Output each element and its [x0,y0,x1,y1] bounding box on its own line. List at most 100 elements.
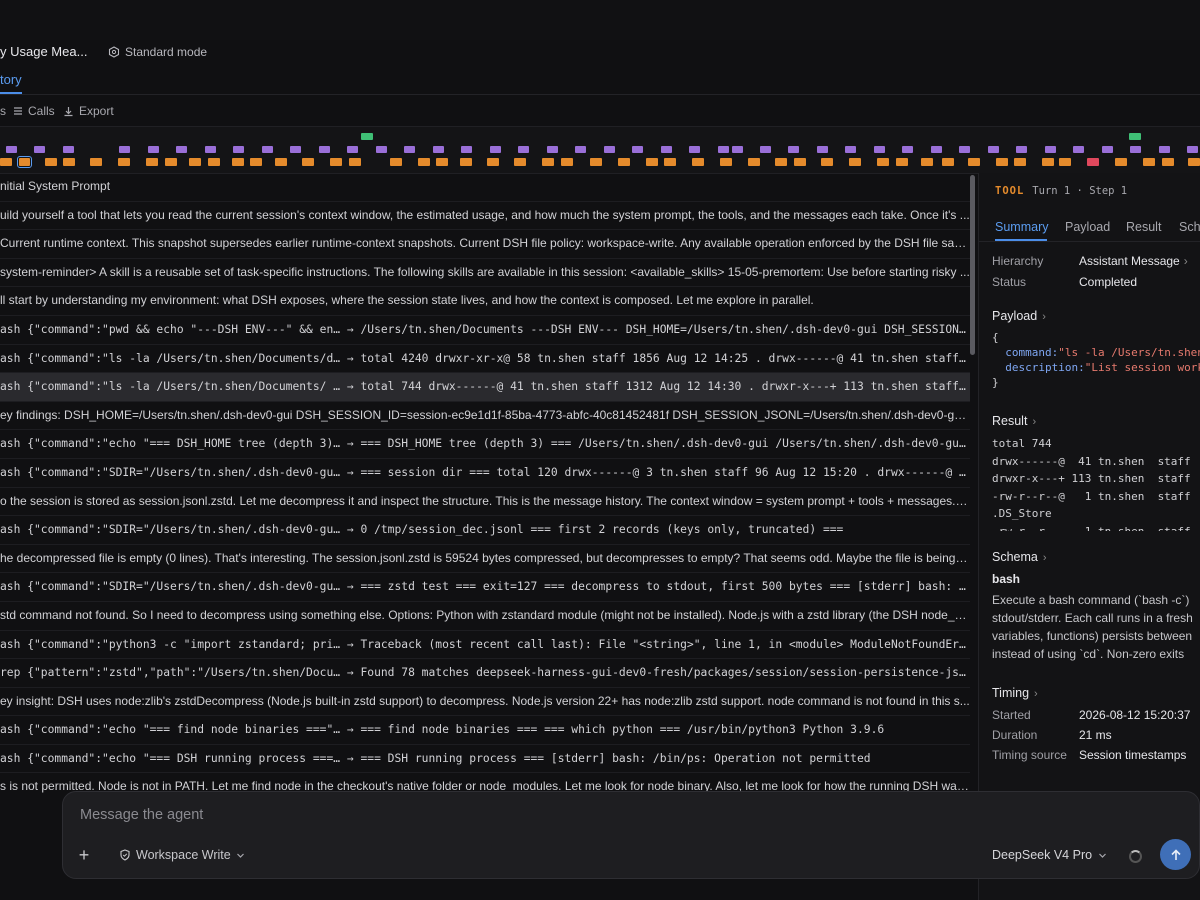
tool-call-marker[interactable] [436,158,448,166]
message-marker[interactable] [632,146,643,153]
tool-call-marker[interactable] [0,158,12,166]
tool-call-marker[interactable] [189,158,201,166]
tool-call-marker[interactable] [146,158,158,166]
schema-section-title[interactable]: Schema › [992,550,1047,564]
message-row[interactable]: Current runtime context. This snapshot s… [0,230,970,259]
message-row[interactable]: ey insight: DSH uses node:zlib's zstdDec… [0,688,970,717]
message-marker[interactable] [760,146,771,153]
tool-call-marker[interactable] [1014,158,1026,166]
message-row[interactable]: std command not found. So I need to deco… [0,602,970,631]
message-marker[interactable] [959,146,970,153]
tool-call-row[interactable]: ash {"command":"ls -la /Users/tn.shen/Do… [0,373,970,402]
tool-call-marker[interactable] [232,158,244,166]
tool-call-marker[interactable] [821,158,833,166]
message-row[interactable]: ey findings: DSH_HOME=/Users/tn.shen/.ds… [0,402,970,431]
tool-call-marker[interactable] [118,158,130,166]
calls-button[interactable]: Calls [13,104,55,118]
message-marker[interactable] [347,146,358,153]
message-marker[interactable] [319,146,330,153]
message-marker[interactable] [1159,146,1170,153]
message-marker[interactable] [931,146,942,153]
message-marker[interactable] [845,146,856,153]
tool-call-row[interactable]: ash {"command":"echo "=== DSH_HOME tree … [0,430,970,459]
message-row[interactable]: system-reminder> A skill is a reusable s… [0,259,970,288]
message-row[interactable]: uild yourself a tool that lets you read … [0,202,970,231]
message-marker[interactable] [490,146,501,153]
message-marker[interactable] [290,146,301,153]
list-scrollbar[interactable] [969,173,977,795]
tab-result[interactable]: Result [1126,220,1161,234]
tool-call-marker[interactable] [896,158,908,166]
message-marker[interactable] [1187,146,1198,153]
turn-timeline[interactable] [0,126,1200,174]
tool-call-marker[interactable] [17,156,32,168]
message-marker[interactable] [6,146,17,153]
system-marker[interactable] [361,133,373,140]
tool-call-marker[interactable] [748,158,760,166]
tool-call-marker[interactable] [942,158,954,166]
message-marker[interactable] [176,146,187,153]
tool-call-row[interactable]: ash {"command":"ls -la /Users/tn.shen/Do… [0,345,970,374]
message-marker[interactable] [262,146,273,153]
tool-call-marker[interactable] [692,158,704,166]
message-marker[interactable] [817,146,828,153]
tool-call-marker[interactable] [968,158,980,166]
message-marker[interactable] [34,146,45,153]
message-marker[interactable] [1073,146,1084,153]
message-marker[interactable] [661,146,672,153]
tool-call-marker[interactable] [165,158,177,166]
message-marker[interactable] [119,146,130,153]
message-marker[interactable] [518,146,529,153]
message-row[interactable]: he decompressed file is empty (0 lines).… [0,545,970,574]
tab-payload[interactable]: Payload [1065,220,1110,234]
tool-call-marker[interactable] [1188,158,1200,166]
tool-call-row[interactable]: ash {"command":"echo "=== find node bina… [0,716,970,745]
tool-call-marker[interactable] [996,158,1008,166]
tool-call-marker[interactable] [460,158,472,166]
tool-call-marker[interactable] [250,158,262,166]
message-marker[interactable] [63,146,74,153]
message-row[interactable]: nitial System Prompt [0,173,970,202]
tab-summary[interactable]: Summary [995,220,1048,234]
message-marker[interactable] [1130,146,1141,153]
message-row[interactable]: o the session is stored as session.jsonl… [0,488,970,517]
tool-call-marker[interactable] [90,158,102,166]
message-marker[interactable] [689,146,700,153]
message-marker[interactable] [205,146,216,153]
session-title[interactable]: y Usage Mea... [0,44,87,59]
scrollbar-thumb[interactable] [970,175,975,355]
tool-call-row[interactable]: ash {"command":"pwd && echo "---DSH ENV-… [0,316,970,345]
send-button[interactable] [1160,839,1191,870]
tool-call-marker[interactable] [330,158,342,166]
tool-call-marker[interactable] [618,158,630,166]
model-selector[interactable]: DeepSeek V4 Pro [992,848,1107,862]
tool-call-marker[interactable] [877,158,889,166]
tool-call-marker[interactable] [390,158,402,166]
message-marker[interactable] [547,146,558,153]
message-marker[interactable] [433,146,444,153]
message-input[interactable] [78,806,782,824]
tool-call-marker[interactable] [921,158,933,166]
tool-call-marker[interactable] [849,158,861,166]
tool-call-marker[interactable] [302,158,314,166]
toolbar-item-steps[interactable]: s [0,104,6,118]
message-marker[interactable] [233,146,244,153]
error-marker[interactable] [1087,158,1099,166]
tool-call-marker[interactable] [418,158,430,166]
message-marker[interactable] [575,146,586,153]
message-marker[interactable] [1102,146,1113,153]
tool-call-marker[interactable] [720,158,732,166]
message-marker[interactable] [604,146,615,153]
tool-call-marker[interactable] [590,158,602,166]
message-marker[interactable] [874,146,885,153]
tool-call-marker[interactable] [349,158,361,166]
message-marker[interactable] [902,146,913,153]
tool-call-row[interactable]: ash {"command":"SDIR="/Users/tn.shen/.ds… [0,573,970,602]
message-marker[interactable] [1045,146,1056,153]
timing-section-title[interactable]: Timing › [992,686,1038,700]
tool-call-marker[interactable] [1143,158,1155,166]
tool-call-row[interactable]: ash {"command":"SDIR="/Users/tn.shen/.ds… [0,516,970,545]
tool-call-marker[interactable] [208,158,220,166]
tool-call-marker[interactable] [775,158,787,166]
tool-call-marker[interactable] [1042,158,1054,166]
